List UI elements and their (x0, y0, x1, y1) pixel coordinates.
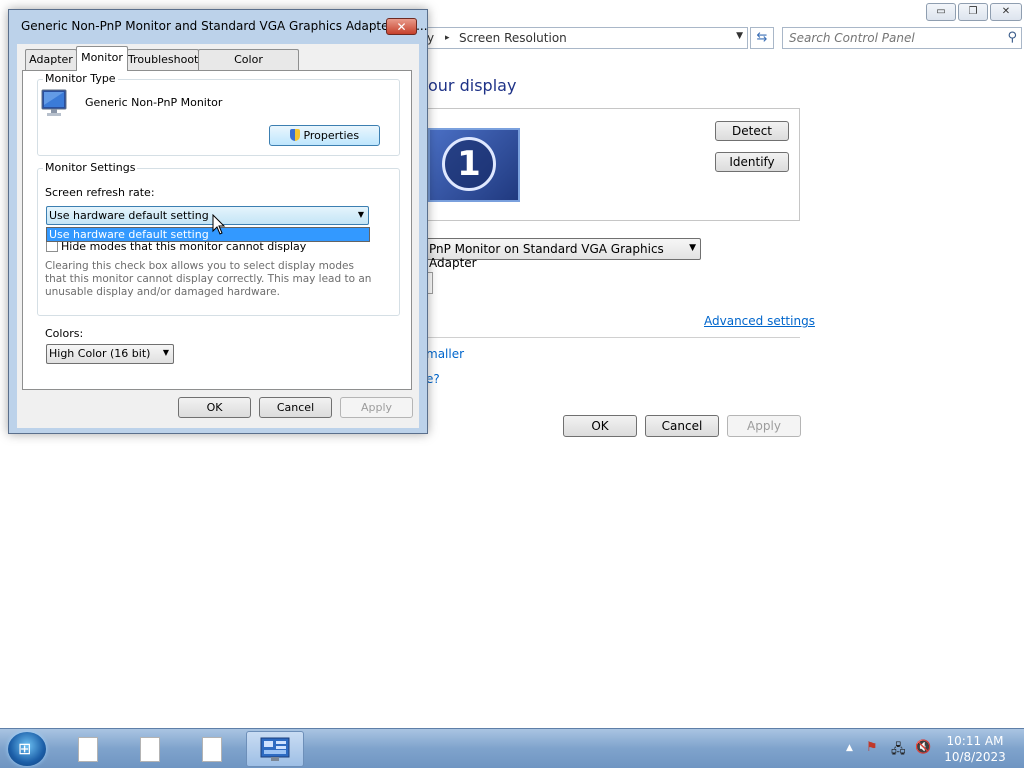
network-icon[interactable]: 🖧 (891, 740, 906, 762)
clock[interactable]: 10:11 AM 10/8/2023 (940, 733, 1010, 765)
tab-troubleshoot[interactable]: Troubleshoot (127, 49, 199, 70)
document-icon (78, 737, 98, 762)
colors-select[interactable]: High Color (16 bit) ▼ (46, 344, 174, 364)
address-dropdown-icon[interactable]: ▼ (736, 31, 743, 41)
help-link[interactable]: e? (426, 372, 440, 386)
refresh-icon[interactable]: ⇆ (750, 27, 774, 49)
detect-button[interactable]: Detect (715, 121, 789, 141)
refresh-rate-label: Screen refresh rate: (45, 186, 155, 199)
display-select[interactable]: PnP Monitor on Standard VGA Graphics Ada… (426, 238, 701, 270)
clock-time: 10:11 AM (946, 734, 1004, 748)
hide-modes-description: Clearing this check box allows you to se… (45, 260, 372, 298)
identify-button[interactable]: Identify (715, 152, 789, 172)
dialog-cancel-button[interactable]: Cancel (259, 397, 332, 418)
dialog-ok-button[interactable]: OK (178, 397, 251, 418)
breadcrumb-screen-resolution[interactable]: Screen Resolution (459, 31, 567, 45)
dialog-close-button[interactable]: ✕ (386, 18, 417, 35)
tab-adapter[interactable]: Adapter (25, 49, 77, 70)
dialog-title: Generic Non-PnP Monitor and Standard VGA… (21, 19, 428, 33)
breadcrumb-fragment[interactable]: y (427, 31, 434, 45)
colors-value: High Color (16 bit) (49, 347, 151, 360)
taskbar-item-document-1[interactable] (58, 731, 116, 767)
properties-button-label: Properties (303, 129, 360, 142)
tab-monitor[interactable]: Monitor (76, 46, 128, 71)
cancel-button[interactable]: Cancel (645, 415, 719, 437)
monitor-settings-label: Monitor Settings (43, 161, 138, 174)
colors-label: Colors: (45, 327, 84, 340)
monitor-name: Generic Non-PnP Monitor (85, 96, 223, 109)
control-panel-icon (260, 737, 290, 761)
dropdown-option[interactable]: Use hardware default setting (47, 228, 369, 241)
advanced-settings-link[interactable]: Advanced settings (704, 314, 815, 328)
search-input[interactable] (783, 28, 995, 48)
taskbar-item-document-3[interactable] (182, 731, 240, 767)
page-title: our display (428, 76, 517, 95)
refresh-rate-select[interactable]: Use hardware default setting ▼ (46, 206, 369, 225)
minimize-button[interactable]: ▭ (926, 3, 956, 21)
start-button[interactable]: ⊞ (8, 732, 46, 766)
maximize-button[interactable]: ❐ (958, 3, 988, 21)
monitor-icon (41, 89, 67, 116)
chevron-down-icon: ▼ (162, 348, 169, 357)
monitor-type-label: Monitor Type (43, 72, 118, 85)
refresh-rate-value: Use hardware default setting (49, 209, 209, 222)
document-icon (140, 737, 160, 762)
mouse-cursor-icon (212, 214, 226, 235)
taskbar-item-control-panel[interactable] (246, 731, 304, 767)
properties-button[interactable]: Properties (269, 125, 380, 146)
text-size-link[interactable]: maller (426, 347, 464, 361)
uac-shield-icon (289, 129, 300, 141)
action-center-icon[interactable]: ⚑ (866, 740, 878, 755)
document-icon (202, 737, 222, 762)
volume-muted-icon[interactable]: 🔇 (915, 740, 931, 755)
chevron-down-icon: ▼ (689, 243, 696, 253)
show-hidden-icons-icon[interactable]: ▲ (846, 743, 853, 753)
apply-button[interactable]: Apply (727, 415, 801, 437)
chevron-down-icon: ▼ (357, 210, 364, 219)
tab-color-management[interactable]: Color Management (198, 49, 299, 85)
close-button[interactable]: ✕ (990, 3, 1022, 21)
ok-button[interactable]: OK (563, 415, 637, 437)
monitor-number-badge: 1 (442, 137, 496, 191)
display-select-value: PnP Monitor on Standard VGA Graphics Ada… (429, 242, 664, 270)
clock-date: 10/8/2023 (944, 750, 1006, 764)
windows-logo-icon: ⊞ (18, 739, 32, 758)
address-bar[interactable]: y ▸ Screen Resolution ▼ (426, 27, 748, 49)
refresh-rate-dropdown: Use hardware default setting (46, 227, 370, 242)
search-box[interactable]: ⚲ (782, 27, 1022, 49)
divider (426, 337, 800, 338)
taskbar-item-document-2[interactable] (120, 731, 178, 767)
dialog-apply-button[interactable]: Apply (340, 397, 413, 418)
breadcrumb-separator-icon: ▸ (445, 33, 450, 43)
search-icon[interactable]: ⚲ (1007, 30, 1017, 45)
